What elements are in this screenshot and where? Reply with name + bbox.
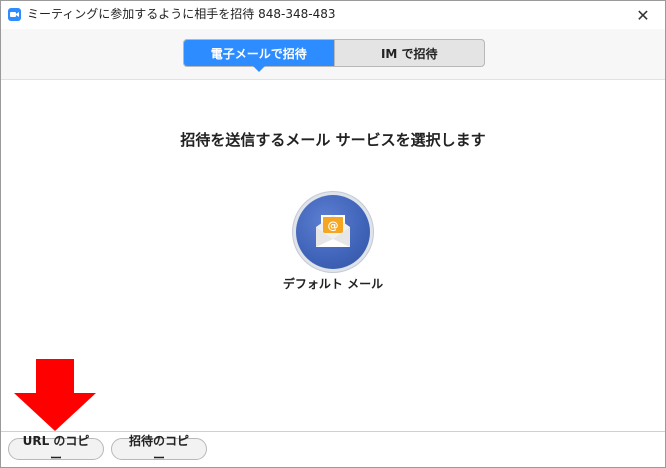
default-email-option[interactable]: @ デフォルト メール	[277, 195, 389, 295]
zoom-app-icon	[8, 8, 21, 21]
title-bar: ミーティングに参加するように相手を招待 848-348-483 ✕	[1, 1, 665, 29]
envelope-icon: @	[316, 215, 350, 247]
tab-im-invite[interactable]: IM で招待	[333, 40, 485, 66]
tab-label: IM で招待	[380, 46, 438, 61]
tab-email-invite[interactable]: 電子メールで招待	[184, 40, 334, 72]
invite-dialog: ミーティングに参加するように相手を招待 848-348-483 ✕ 電子メールで…	[0, 0, 666, 468]
copy-invitation-button[interactable]: 招待のコピー	[111, 434, 207, 465]
close-button[interactable]: ✕	[621, 1, 665, 29]
invite-method-tabs: 電子メールで招待 IM で招待	[183, 39, 485, 72]
tab-label: 電子メールで招待	[210, 46, 307, 61]
footer-bar: URL のコピー 招待のコピー	[1, 431, 665, 467]
tab-header: 電子メールで招待 IM で招待	[1, 29, 665, 80]
mail-circle-button[interactable]: @	[296, 195, 370, 269]
page-heading: 招待を送信するメール サービスを選択します	[180, 131, 486, 149]
window-title: ミーティングに参加するように相手を招待 848-348-483	[27, 7, 336, 21]
copy-url-button[interactable]: URL のコピー	[8, 434, 104, 465]
default-email-label: デフォルト メール	[282, 277, 384, 291]
svg-text:@: @	[328, 219, 339, 232]
close-icon: ✕	[636, 5, 650, 25]
red-down-arrow-icon	[14, 359, 96, 431]
